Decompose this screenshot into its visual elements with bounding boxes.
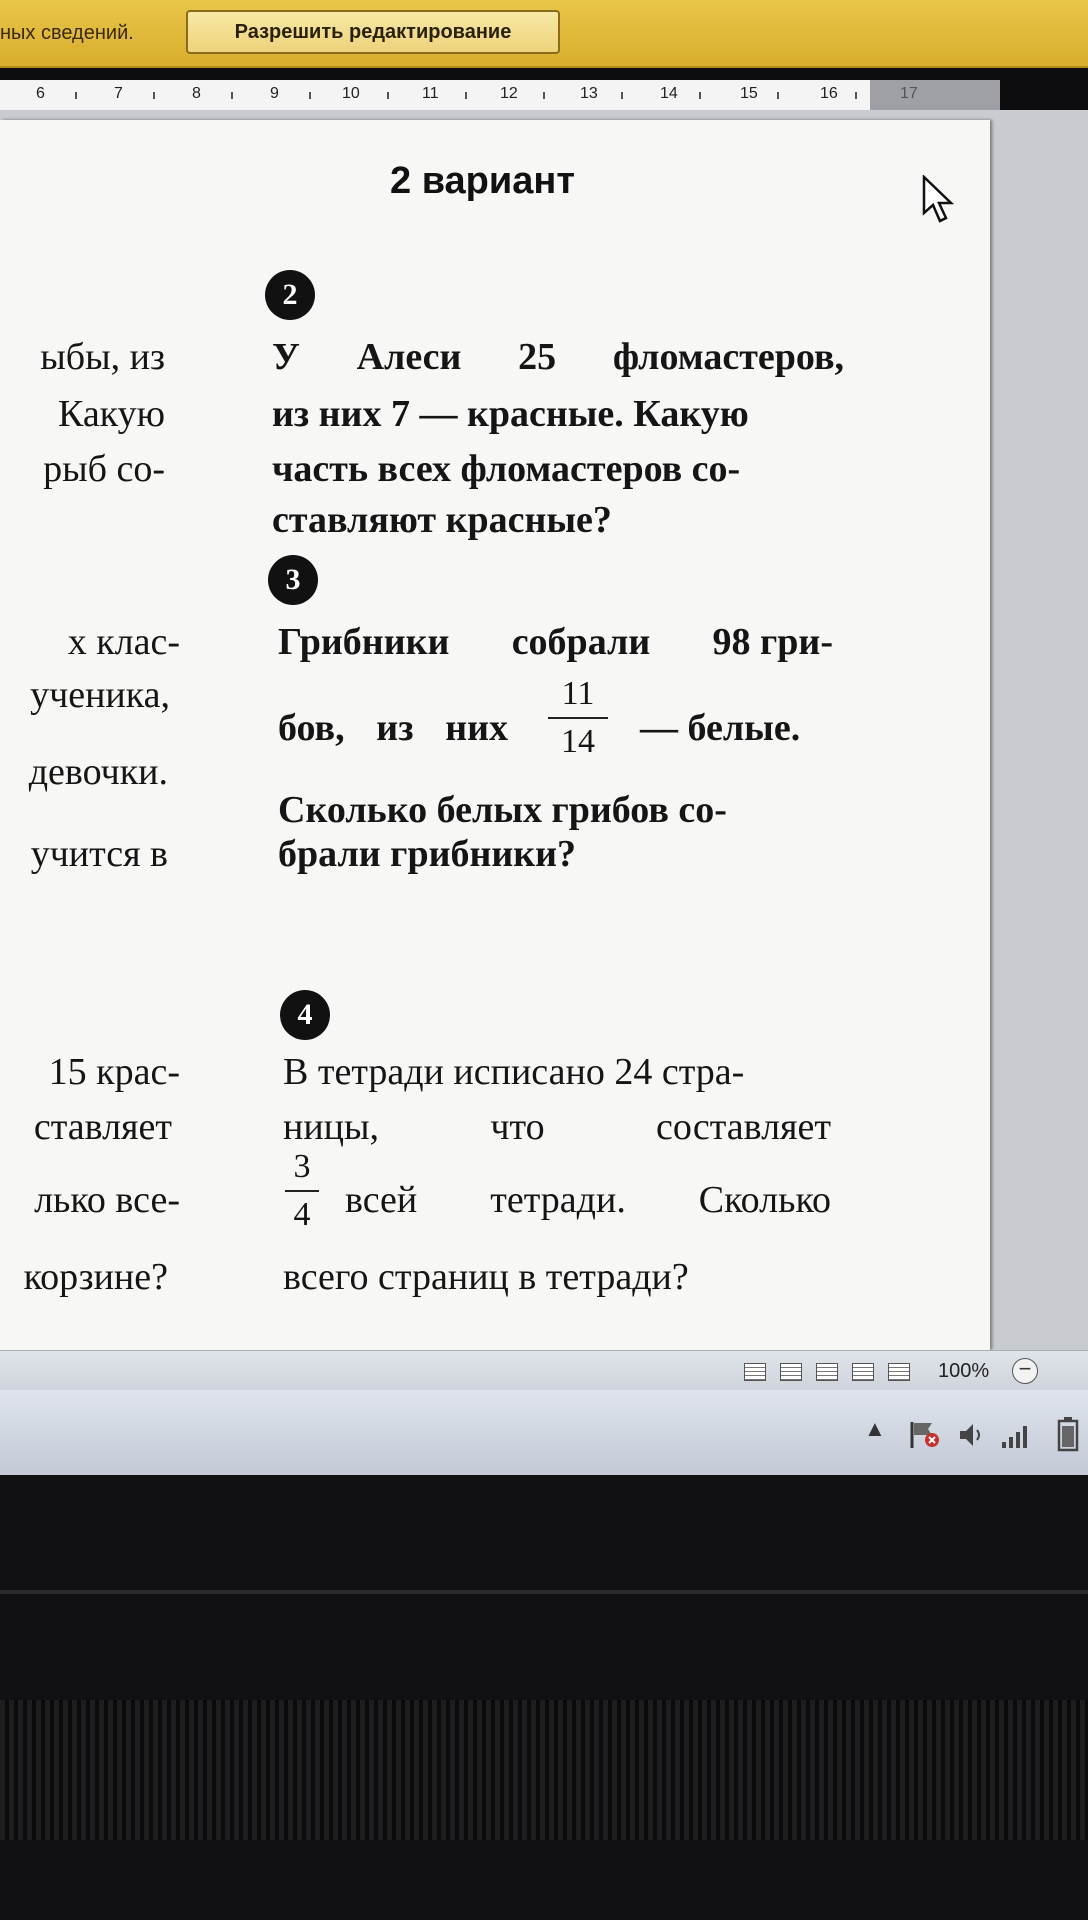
- ruler-tick: [231, 92, 233, 99]
- windows-taskbar: ▲: [0, 1390, 1088, 1475]
- volume-icon[interactable]: [956, 1420, 986, 1450]
- ruler-label: 9: [270, 85, 279, 102]
- left-column-line: девочки.: [28, 751, 168, 793]
- left-column-line: ыбы, из: [40, 336, 165, 378]
- enable-editing-button[interactable]: Разрешить редактирование: [186, 10, 560, 54]
- task3-line2-end: — белые.: [640, 707, 801, 749]
- ruler-label: 7: [114, 85, 123, 102]
- ruler-label: 16: [820, 85, 838, 102]
- draft-view-icon[interactable]: [888, 1363, 910, 1381]
- protected-view-bar: ных сведений. Разрешить редактирование: [0, 0, 1088, 68]
- ruler-label: 10: [342, 85, 360, 102]
- ruler-tick: [153, 92, 155, 99]
- action-center-flag-icon[interactable]: [908, 1420, 942, 1450]
- task4-line3: всей тетради. Сколько: [345, 1178, 831, 1222]
- task2-line1: У Алеси 25 фломастеров,: [272, 335, 844, 379]
- horizontal-ruler[interactable]: 6 7 8 9 10 11 12 13 14 15 16 17: [0, 80, 1000, 111]
- task-number-badge: 2: [265, 270, 315, 320]
- ruler-tick: [387, 92, 389, 99]
- ruler-label: 17: [900, 85, 918, 102]
- left-column-line: корзине?: [23, 1256, 168, 1298]
- word: всей: [345, 1179, 418, 1221]
- fraction-numerator: 3: [293, 1148, 311, 1185]
- ruler-label: 14: [660, 85, 678, 102]
- task3-line1: Грибники собрали 98 гри-: [278, 620, 833, 664]
- word: тетради.: [490, 1179, 626, 1221]
- fraction-bar: [285, 1190, 319, 1192]
- word: собрали: [511, 621, 651, 663]
- protected-view-message: ных сведений.: [0, 22, 134, 44]
- zoom-level[interactable]: 100%: [938, 1360, 989, 1383]
- task4-line1: В тетради исписано 24 стра-: [283, 1051, 745, 1093]
- word: из: [376, 707, 414, 749]
- ruler-tick: [621, 92, 623, 99]
- fraction-denominator: 4: [293, 1196, 311, 1233]
- network-signal-icon[interactable]: [1000, 1420, 1034, 1450]
- laptop-hinge-edge: [0, 1590, 1088, 1594]
- left-column-line: ученика,: [30, 674, 170, 716]
- left-column-line: лько все-: [34, 1179, 180, 1221]
- task3-line2-start: бов, из них: [278, 706, 508, 750]
- word: них: [445, 707, 508, 749]
- ruler-label: 15: [740, 85, 758, 102]
- zoom-out-button[interactable]: −: [1012, 1358, 1038, 1384]
- left-column-line: 15 крас-: [48, 1051, 180, 1093]
- fraction-11-14: 11 14: [548, 675, 608, 761]
- word: что: [490, 1106, 545, 1148]
- fraction-3-4: 3 4: [285, 1148, 319, 1234]
- ruler-tick: [543, 92, 545, 99]
- battery-icon[interactable]: [1056, 1416, 1080, 1452]
- word: бов,: [278, 707, 345, 749]
- word: 98 гри-: [712, 621, 833, 663]
- mouse-cursor-icon: [922, 175, 955, 223]
- page-title: 2 вариант: [390, 160, 575, 202]
- ruler-label: 6: [36, 85, 45, 102]
- left-column-line: Какую: [57, 393, 165, 435]
- task2-line2: из них 7 — красные. Какую: [272, 393, 749, 435]
- task3-line4: брали грибники?: [278, 833, 577, 875]
- web-layout-view-icon[interactable]: [816, 1363, 838, 1381]
- left-column-line: ставляет: [33, 1106, 172, 1148]
- ruler-label: 12: [500, 85, 518, 102]
- word: фломастеров,: [612, 336, 844, 378]
- left-column-line: х клас-: [67, 621, 180, 663]
- fraction-bar: [548, 717, 608, 719]
- word: Грибники: [278, 621, 450, 663]
- laptop-bezel: [0, 1475, 1088, 1920]
- task4-line4: всего страниц в тетради?: [283, 1256, 689, 1298]
- word: 25: [518, 336, 557, 378]
- task-number-badge: 4: [280, 990, 330, 1040]
- ruler-tick: [75, 92, 77, 99]
- ruler-label: 11: [422, 85, 439, 102]
- ruler-label: 8: [192, 85, 201, 102]
- left-column-line: учится в: [30, 833, 168, 875]
- ruler-tick: [309, 92, 311, 99]
- word: ницы,: [283, 1106, 380, 1148]
- ruler-label: 13: [580, 85, 598, 102]
- outline-view-icon[interactable]: [852, 1363, 874, 1381]
- ruler-tick: [777, 92, 779, 99]
- laptop-speaker-grille: [0, 1700, 1088, 1840]
- ruler-tick: [465, 92, 467, 99]
- task3-line3: Сколько белых грибов со-: [278, 789, 727, 831]
- ruler-tick: [855, 92, 857, 99]
- print-layout-view-icon[interactable]: [744, 1363, 766, 1381]
- fraction-numerator: 11: [561, 675, 595, 712]
- ruler-tick: [699, 92, 701, 99]
- task2-line3: часть всех фломастеров со-: [272, 448, 741, 490]
- task4-line2: ницы, что составляет: [283, 1105, 831, 1149]
- show-hidden-icons-icon[interactable]: ▲: [864, 1416, 886, 1442]
- word: У: [272, 336, 300, 378]
- word: составляет: [656, 1106, 831, 1148]
- task2-line4: ставляют красные?: [272, 499, 612, 541]
- fraction-denominator: 14: [561, 723, 595, 760]
- task-number-badge: 3: [268, 555, 318, 605]
- full-screen-reading-view-icon[interactable]: [780, 1363, 802, 1381]
- word: Алеси: [356, 336, 462, 378]
- ruler-margin-area: [870, 80, 1000, 110]
- left-column-line: рыб со-: [43, 448, 165, 490]
- status-bar: 100% −: [0, 1350, 1088, 1391]
- word: Сколько: [698, 1179, 831, 1221]
